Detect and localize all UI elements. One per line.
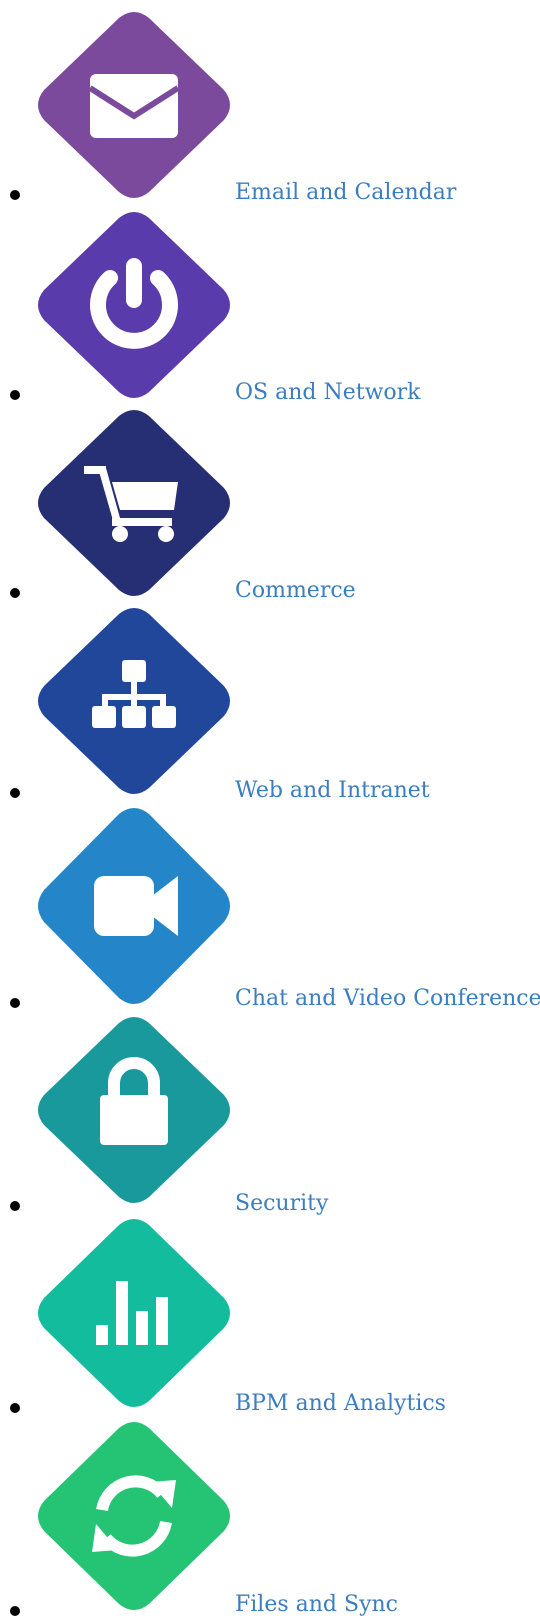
category-web-intranet[interactable]: Web and Intranet [0,604,540,803]
category-label[interactable]: Files and Sync [235,1592,398,1617]
lock-tile [34,1013,234,1207]
video-tile [34,804,234,1008]
sitemap-tile [34,604,234,798]
category-chat-video[interactable]: Chat and Video Conference [0,806,540,1011]
category-os-network[interactable]: OS and Network [0,208,540,405]
list-bullet [10,1201,20,1211]
category-label[interactable]: Commerce [235,578,356,603]
category-commerce[interactable]: Commerce [0,408,540,603]
category-files-sync[interactable]: Files and Sync [0,1418,540,1617]
category-bpm-analytics[interactable]: BPM and Analytics [0,1215,540,1416]
category-security[interactable]: Security [0,1013,540,1216]
category-label[interactable]: BPM and Analytics [235,1391,446,1416]
envelope-tile [34,8,234,202]
category-label[interactable]: Security [235,1191,328,1216]
category-label[interactable]: Chat and Video Conference [235,986,540,1011]
category-label[interactable]: Email and Calendar [235,180,456,205]
analytics-tile [34,1215,234,1411]
list-bullet [10,788,20,798]
list-bullet [10,190,20,200]
cart-tile [34,406,234,600]
list-bullet [10,1403,20,1413]
category-label[interactable]: OS and Network [235,380,421,405]
power-tile [34,208,234,402]
envelope-icon [88,74,180,138]
list-bullet [10,588,20,598]
sync-tile [34,1418,234,1614]
category-email-calendar[interactable]: Email and Calendar [0,8,540,205]
list-bullet [10,998,20,1008]
list-bullet [10,1606,20,1616]
list-bullet [10,390,20,400]
category-label[interactable]: Web and Intranet [235,778,430,803]
